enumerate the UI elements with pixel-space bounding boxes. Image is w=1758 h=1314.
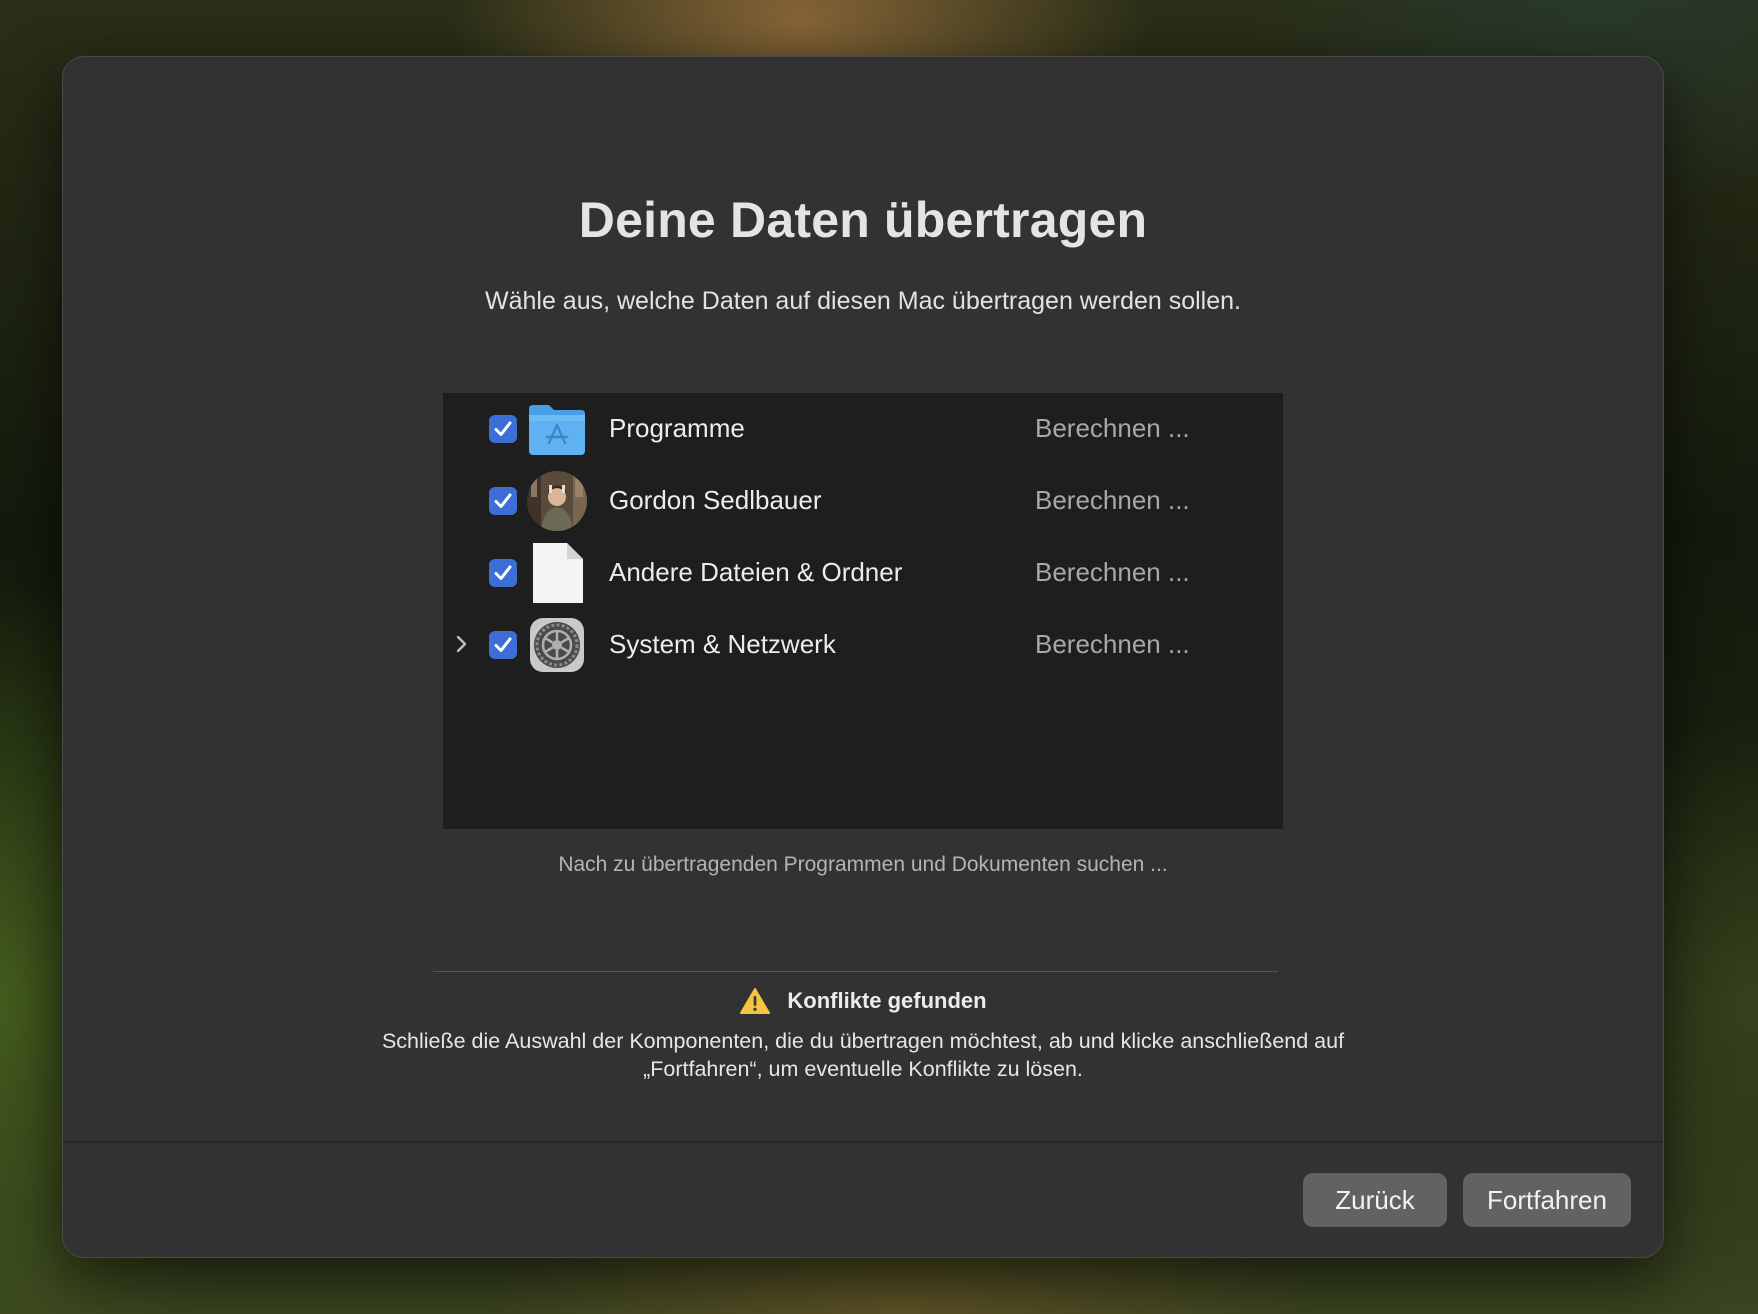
footer-separator: [63, 1141, 1663, 1143]
chevron-right-icon[interactable]: [451, 631, 471, 659]
transfer-items-list: Programme Berechnen ... Gordon Sedlbauer…: [443, 393, 1283, 829]
list-item-other-files[interactable]: Andere Dateien & Ordner Berechnen ...: [443, 537, 1283, 609]
page-title: Deine Daten übertragen: [578, 192, 1148, 248]
list-item-label: Gordon Sedlbauer: [609, 485, 822, 515]
list-item-label: System & Netzwerk: [609, 629, 836, 659]
warning-icon: [740, 988, 771, 1014]
search-status-text: Nach zu übertragenden Programmen und Dok…: [558, 853, 1168, 876]
conflict-message-line-1: Schließe die Auswahl der Komponenten, di…: [381, 1029, 1345, 1053]
list-item-label: Programme: [609, 413, 745, 443]
checkbox-system-network[interactable]: [489, 631, 517, 659]
checkmark-icon: [494, 565, 512, 580]
list-item-status: Berechnen ...: [1035, 557, 1190, 587]
conflict-heading: Konflikte gefunden: [787, 988, 987, 1013]
list-item-user[interactable]: Gordon Sedlbauer Berechnen ...: [443, 465, 1283, 537]
checkbox-other-files[interactable]: [489, 559, 517, 587]
conflict-message-line-2: „Fortfahren“, um eventuelle Konflikte zu…: [643, 1057, 1083, 1081]
migration-assistant-window: Deine Daten übertragen Wähle aus, welche…: [62, 56, 1664, 1258]
list-item-system-network[interactable]: System & Netzwerk Berechnen ...: [443, 609, 1283, 681]
checkbox-programme[interactable]: [489, 415, 517, 443]
list-item-programme[interactable]: Programme Berechnen ...: [443, 393, 1283, 465]
conflict-message: Schließe die Auswahl der Komponenten, di…: [263, 1027, 1463, 1083]
list-item-status: Berechnen ...: [1035, 485, 1190, 515]
user-avatar-icon: [527, 471, 587, 531]
checkmark-icon: [494, 637, 512, 652]
continue-button[interactable]: Fortfahren: [1463, 1173, 1631, 1227]
applications-folder-icon: [527, 399, 587, 459]
checkmark-icon: [494, 421, 512, 436]
list-item-label: Andere Dateien & Ordner: [609, 557, 903, 587]
conflict-header: Konflikte gefunden: [63, 987, 1663, 1015]
checkbox-user[interactable]: [489, 487, 517, 515]
page-subtitle: Wähle aus, welche Daten auf diesen Mac ü…: [485, 287, 1241, 315]
document-icon: [527, 543, 587, 603]
system-settings-gear-icon: [527, 615, 587, 675]
back-button[interactable]: Zurück: [1303, 1173, 1447, 1227]
list-item-status: Berechnen ...: [1035, 629, 1190, 659]
section-divider: [433, 971, 1278, 972]
list-item-status: Berechnen ...: [1035, 413, 1190, 443]
checkmark-icon: [494, 493, 512, 508]
